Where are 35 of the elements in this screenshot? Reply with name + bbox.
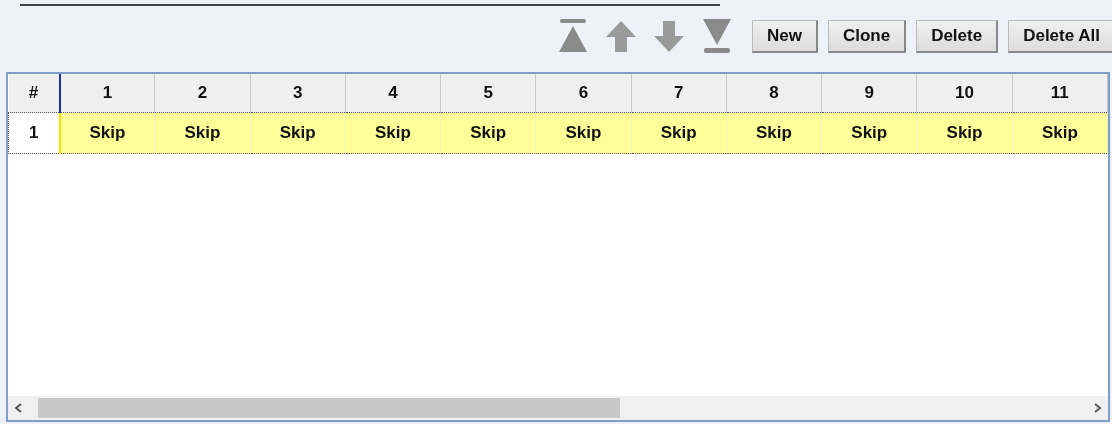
- table-cell: Skip: [726, 112, 822, 154]
- table-cell: Skip: [59, 112, 155, 154]
- column-header[interactable]: 4: [345, 74, 441, 113]
- column-header[interactable]: 3: [250, 74, 346, 113]
- column-header[interactable]: 8: [726, 74, 822, 113]
- clone-button[interactable]: Clone: [827, 19, 907, 53]
- column-header[interactable]: 7: [631, 74, 727, 113]
- scroll-left-icon[interactable]: [14, 403, 22, 413]
- table-cell: Skip: [821, 112, 917, 154]
- table-cell: Skip: [1012, 112, 1108, 154]
- table-cell: Skip: [440, 112, 536, 154]
- scroll-right-icon[interactable]: [1094, 403, 1102, 413]
- table-cell: Skip: [631, 112, 727, 154]
- new-button[interactable]: New: [751, 19, 818, 53]
- table-cell: Skip: [535, 112, 632, 154]
- column-header: #: [8, 74, 60, 113]
- row-number: 1: [8, 112, 60, 154]
- up-arrow-icon[interactable]: [603, 19, 638, 53]
- table-row[interactable]: 1 Skip Skip Skip Skip Skip Skip Skip Skip Skip Skip Skip: [8, 112, 1108, 154]
- column-header[interactable]: 10: [916, 74, 1013, 113]
- horizontal-scrollbar[interactable]: [8, 396, 1108, 420]
- column-header[interactable]: 5: [440, 74, 536, 113]
- table-cell: Skip: [154, 112, 251, 154]
- table-cell: Skip: [345, 112, 441, 154]
- column-header[interactable]: 6: [535, 74, 632, 113]
- column-header[interactable]: 9: [821, 74, 917, 113]
- delete-button[interactable]: Delete: [916, 19, 999, 53]
- table-cell: Skip: [250, 112, 346, 154]
- scrollbar-thumb[interactable]: [38, 398, 620, 418]
- column-header[interactable]: 1: [59, 74, 155, 113]
- delete-all-button[interactable]: Delete All: [1008, 19, 1112, 53]
- down-arrow-icon[interactable]: [651, 19, 686, 53]
- column-header[interactable]: 11: [1012, 74, 1108, 113]
- column-header[interactable]: 2: [154, 74, 251, 113]
- table-cell: Skip: [916, 112, 1013, 154]
